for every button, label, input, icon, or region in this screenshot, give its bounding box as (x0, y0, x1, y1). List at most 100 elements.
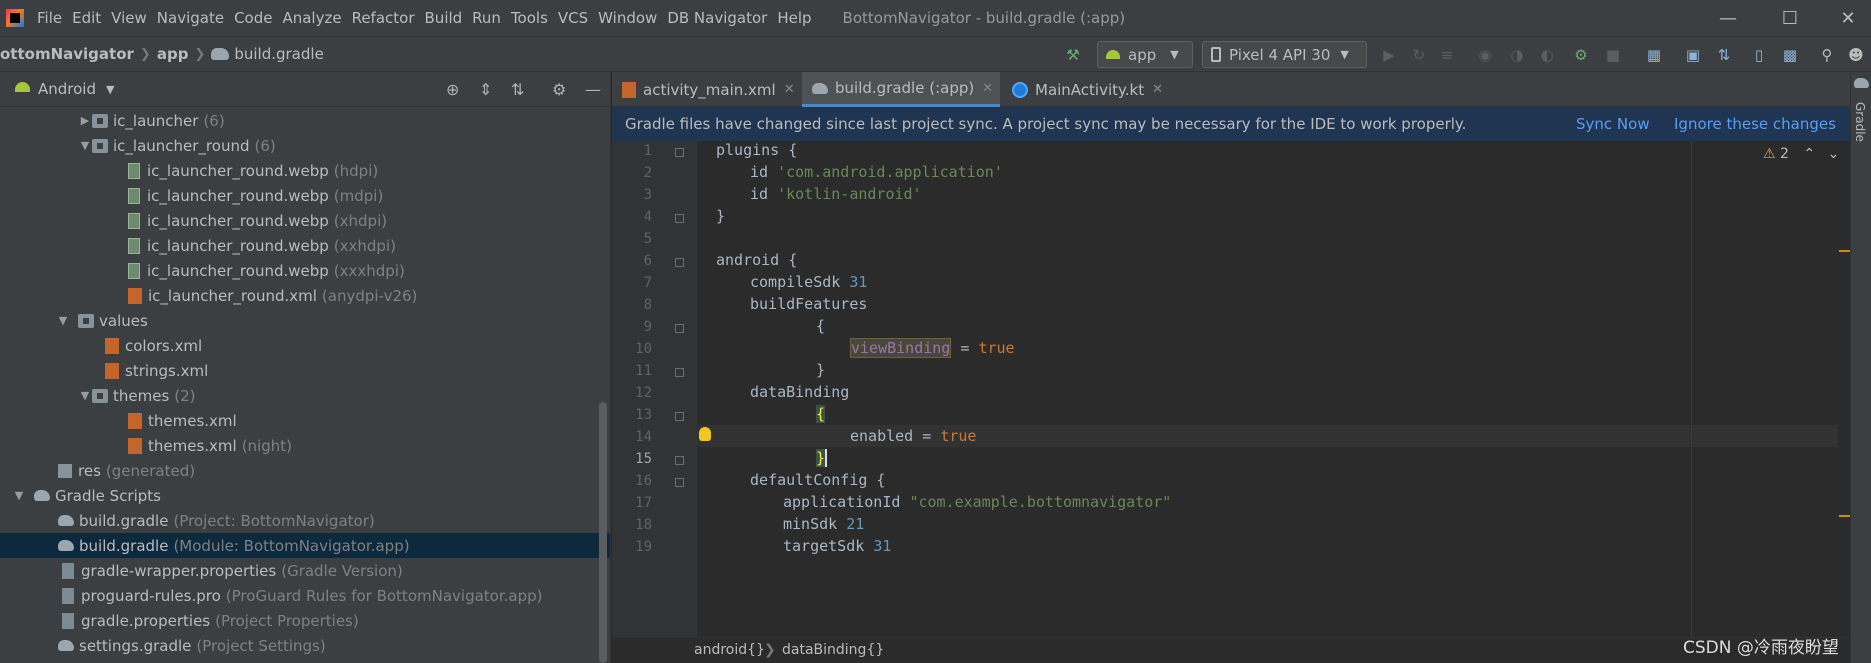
menu-help[interactable]: Help (772, 0, 816, 36)
tree-item[interactable]: ▼ Gradle Scripts (0, 483, 610, 508)
collapse-all-icon[interactable]: ⇅ (511, 80, 524, 99)
chevron-up-icon[interactable]: ⌃ (1803, 146, 1815, 162)
chevron-down-icon[interactable]: ▼ (78, 389, 92, 402)
tree-item[interactable]: gradle.properties (Project Properties) (0, 608, 610, 633)
tree-item[interactable]: proguard-rules.pro (ProGuard Rules for B… (0, 583, 610, 608)
warning-stripe-marker[interactable] (1839, 250, 1850, 252)
device-manager-icon[interactable]: ▯ (1749, 45, 1769, 65)
sync-now-link[interactable]: Sync Now (1576, 115, 1650, 133)
tab-build-gradle-app[interactable]: build.gradle (:app) ✕ (802, 72, 1000, 107)
locate-icon[interactable]: ⊕ (446, 80, 459, 99)
tree-item[interactable]: gradle-wrapper.properties (Gradle Versio… (0, 558, 610, 583)
breadcrumb-databinding-block[interactable]: dataBinding{} (782, 642, 884, 658)
tree-item[interactable]: ic_launcher_round.webp (xxxhdpi) (0, 258, 610, 283)
hammer-build-icon[interactable]: ⚒ (1063, 45, 1083, 65)
tree-item[interactable]: strings.xml (0, 358, 610, 383)
chevron-down-icon[interactable]: ▼ (78, 139, 92, 152)
menu-run[interactable]: Run (467, 0, 506, 36)
tree-item[interactable]: ic_launcher_round.webp (hdpi) (0, 158, 610, 183)
close-icon[interactable]: ✕ (982, 81, 993, 96)
menu-edit[interactable]: Edit (67, 0, 106, 36)
tree-item[interactable]: build.gradle (Project: BottomNavigator) (0, 508, 610, 533)
run-icon[interactable]: ▶ (1379, 45, 1399, 65)
attach-debugger-icon[interactable]: ◐ (1537, 45, 1557, 65)
project-structure-icon[interactable]: ▦ (1644, 45, 1664, 65)
ignore-changes-link[interactable]: Ignore these changes (1674, 115, 1836, 133)
breadcrumb-file[interactable]: build.gradle (234, 45, 323, 63)
menu-window[interactable]: Window (593, 0, 662, 36)
properties-file-icon (62, 612, 74, 629)
fold-marker-icon[interactable] (675, 456, 684, 465)
menu-build[interactable]: Build (420, 0, 468, 36)
run-configuration-select[interactable]: app ▼ (1097, 41, 1193, 68)
gradle-tool-button[interactable]: Gradle (1853, 102, 1867, 142)
fold-marker-icon[interactable] (675, 368, 684, 377)
tree-item[interactable]: colors.xml (0, 333, 610, 358)
expand-all-icon[interactable]: ⇕ (479, 80, 492, 99)
menu-db-navigator[interactable]: DB Navigator (662, 0, 772, 36)
editor-scrollbar[interactable] (1838, 141, 1850, 637)
gear-icon[interactable]: ⚙ (552, 80, 566, 99)
menu-vcs[interactable]: VCS (553, 0, 593, 36)
project-view-mode-select[interactable]: Android (38, 80, 96, 98)
fold-marker-icon[interactable] (675, 258, 684, 267)
menu-analyze[interactable]: Analyze (277, 0, 346, 36)
menu-code[interactable]: Code (229, 0, 277, 36)
fold-marker-icon[interactable] (675, 214, 684, 223)
minimize-icon[interactable]: — (1705, 0, 1751, 36)
tree-item-selected[interactable]: build.gradle (Module: BottomNavigator.ap… (0, 533, 610, 558)
fold-marker-icon[interactable] (675, 324, 684, 333)
close-icon[interactable]: ✕ (1152, 82, 1163, 97)
breadcrumb-module[interactable]: app (157, 45, 189, 63)
close-icon[interactable]: ✕ (784, 82, 795, 97)
fold-marker-icon[interactable] (675, 412, 684, 421)
maximize-icon[interactable]: ☐ (1767, 0, 1813, 36)
tab-main-activity-kt[interactable]: MainActivity.kt ✕ (1002, 72, 1182, 107)
hide-panel-icon[interactable]: — (585, 80, 601, 99)
chevron-down-icon[interactable]: ▼ (106, 83, 114, 96)
tree-item[interactable]: settings.gradle (Project Settings) (0, 633, 610, 658)
debug-icon[interactable]: ◉ (1475, 45, 1495, 65)
tree-item[interactable]: res (generated) (0, 458, 610, 483)
close-window-icon[interactable]: ✕ (1825, 0, 1871, 36)
menu-view[interactable]: View (106, 0, 152, 36)
menu-navigate[interactable]: Navigate (152, 0, 229, 36)
sdk-manager-icon[interactable]: ⇅ (1714, 45, 1734, 65)
fold-marker-icon[interactable] (675, 478, 684, 487)
apply-code-changes-icon[interactable]: ≡ (1437, 45, 1457, 65)
search-icon[interactable]: ⚲ (1817, 45, 1837, 65)
tab-activity-main-xml[interactable]: activity_main.xml ✕ (612, 72, 802, 107)
apply-changes-icon[interactable]: ↻ (1409, 45, 1429, 65)
tree-item[interactable]: ▼ ic_launcher_round (6) (0, 133, 610, 158)
tree-item[interactable]: ic_launcher_round.xml (anydpi-v26) (0, 283, 610, 308)
code-editor[interactable]: 1 2 3 4 5 6 7 8 9 10 11 12 13 14 15 16 1… (612, 141, 1850, 637)
profile-icon[interactable]: ◑ (1507, 45, 1527, 65)
breadcrumb-android-block[interactable]: android{} (694, 642, 765, 658)
tree-item[interactable]: themes.xml (night) (0, 433, 610, 458)
stop-icon[interactable]: ■ (1603, 45, 1623, 65)
layout-inspector-icon[interactable]: ▩ (1780, 45, 1800, 65)
tree-item[interactable]: ic_launcher_round.webp (mdpi) (0, 183, 610, 208)
warnings-indicator[interactable]: ⚠ 2 ⌃ ⌄ (1763, 146, 1839, 162)
tree-item[interactable]: ic_launcher_round.webp (xhdpi) (0, 208, 610, 233)
tree-item[interactable]: themes.xml (0, 408, 610, 433)
warning-stripe-marker[interactable] (1839, 515, 1850, 517)
chevron-right-icon[interactable]: ▶ (78, 114, 92, 127)
breadcrumb-project[interactable]: ottomNavigator (0, 45, 134, 63)
user-icon[interactable]: ☻ (1846, 45, 1866, 65)
menu-refactor[interactable]: Refactor (347, 0, 420, 36)
tree-item[interactable]: ▼ themes (2) (0, 383, 610, 408)
device-select[interactable]: Pixel 4 API 30 ▼ (1202, 41, 1367, 68)
project-scrollbar[interactable] (599, 402, 607, 663)
chevron-down-icon[interactable]: ▼ (56, 314, 70, 327)
tree-item[interactable]: ▶ ic_launcher (6) (0, 108, 610, 133)
fold-marker-icon[interactable] (675, 148, 684, 157)
chevron-down-icon[interactable]: ▼ (12, 489, 26, 502)
avd-manager-icon[interactable]: ▣ (1683, 45, 1703, 65)
lightbulb-icon[interactable] (699, 427, 711, 441)
menu-file[interactable]: File (32, 0, 67, 36)
tree-item[interactable]: ic_launcher_round.webp (xxhdpi) (0, 233, 610, 258)
menu-tools[interactable]: Tools (506, 0, 553, 36)
tree-item[interactable]: ▼ values (0, 308, 610, 333)
sync-gradle-icon[interactable]: ⚙ (1571, 45, 1591, 65)
